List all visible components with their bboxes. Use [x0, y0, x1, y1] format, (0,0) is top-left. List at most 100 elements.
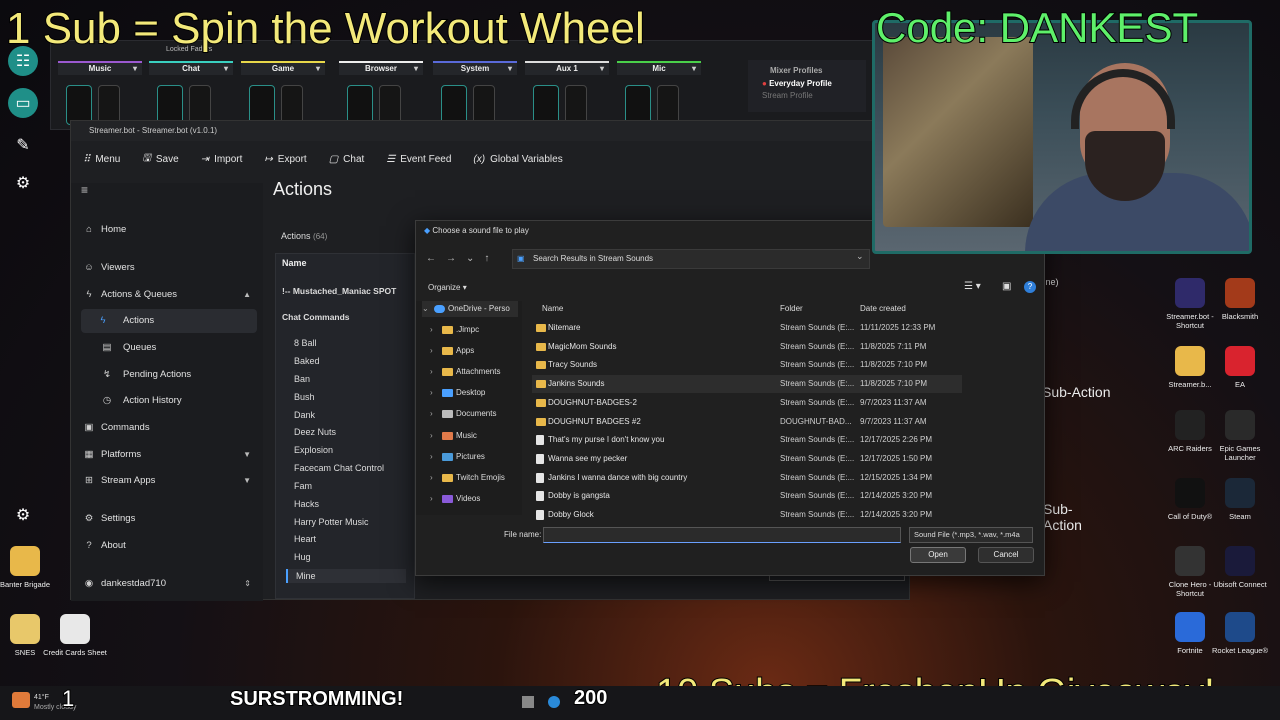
desktop-shortcut[interactable]: Steam [1208, 478, 1272, 521]
desktop-shortcut[interactable]: Rocket League® [1208, 612, 1272, 655]
up-arrow-icon[interactable]: ↑ [484, 253, 499, 264]
action-group[interactable]: !-- Mustached_Maniac SPOT [282, 286, 396, 296]
event-feed-button[interactable]: ☰ Event Feed [386, 154, 451, 165]
tree-item[interactable]: › Pictures [430, 449, 485, 465]
nav-settings[interactable]: ⚙ Settings [81, 507, 257, 531]
nav-actions[interactable]: ϟ Actions [81, 309, 257, 333]
name-column-header[interactable]: Name [282, 258, 307, 268]
fader[interactable] [347, 85, 373, 125]
nav-home[interactable]: ⌂ Home [81, 218, 257, 242]
action-group[interactable]: Chat Commands [282, 312, 350, 322]
desktop-shortcut[interactable]: EA [1208, 346, 1272, 389]
action-item[interactable]: Facecam Chat Control [294, 463, 384, 473]
fader[interactable] [441, 85, 467, 125]
file-name-input[interactable] [543, 527, 901, 543]
date-column-header[interactable]: Date created [860, 301, 906, 317]
action-item[interactable]: Heart [294, 534, 316, 544]
nav-platforms[interactable]: ▦ Platforms ▼ [81, 443, 257, 467]
menu-button[interactable]: ⠿ Menu [83, 154, 120, 165]
file-row[interactable]: MagicMom Sounds Stream Sounds (E:... 11/8/… [532, 338, 962, 356]
fader[interactable] [249, 85, 275, 125]
save-button[interactable]: 🖫 Save [142, 151, 178, 168]
tree-item[interactable]: › Desktop [430, 385, 485, 401]
action-item[interactable]: 8 Ball [294, 338, 317, 348]
file-row[interactable]: Wanna see my pecker Stream Sounds (E:... 1… [532, 450, 962, 468]
edge-icon[interactable] [548, 696, 560, 708]
desktop-shortcut[interactable]: Banter Brigade [0, 546, 57, 589]
file-type-select[interactable]: Sound File (*.mp3, *.wav, *.m4a [909, 527, 1033, 543]
recent-chevron-icon[interactable]: ⌄ [466, 253, 484, 264]
file-row[interactable]: DOUGHNUT BADGES #2 DOUGHNUT-BAD... 9/7/202… [532, 413, 962, 431]
desktop-shortcut[interactable]: Credit Cards Sheet [43, 614, 107, 657]
address-bar[interactable]: ▣ Search Results in Stream Sounds [512, 249, 870, 269]
taskbar-app-icon[interactable] [522, 696, 534, 708]
file-row[interactable]: Dobby is gangsta Stream Sounds (E:... 12/1… [532, 487, 962, 505]
fader[interactable] [625, 85, 651, 125]
open-button[interactable]: Open [910, 547, 966, 563]
global-variables-button[interactable]: (x) Global Variables [473, 154, 562, 165]
action-item-selected[interactable]: Mine [286, 569, 406, 583]
action-item[interactable]: Harry Potter Music [294, 517, 369, 527]
fader[interactable] [533, 85, 559, 125]
settings-gear-icon[interactable]: ⚙ [8, 168, 38, 198]
fader[interactable] [157, 85, 183, 125]
nav-about[interactable]: ? About [81, 534, 257, 558]
organize-button[interactable]: Organize ▾ [428, 283, 467, 292]
action-item[interactable]: Hug [294, 552, 311, 562]
nav-commands[interactable]: ▣ Commands [81, 416, 257, 440]
nav-viewers[interactable]: ☺ Viewers [81, 256, 257, 280]
tree-item[interactable]: › Twitch Emojis [430, 470, 505, 486]
tree-item[interactable]: › Videos [430, 491, 480, 507]
preview-pane-icon[interactable]: ▣ [1002, 281, 1011, 292]
nav-pending-actions[interactable]: ↯ Pending Actions [81, 363, 257, 387]
profile-stream[interactable]: Stream Profile [748, 88, 866, 100]
action-item[interactable]: Dank [294, 410, 315, 420]
action-item[interactable]: Ban [294, 374, 310, 384]
fader[interactable] [98, 85, 120, 125]
action-item[interactable]: Fam [294, 481, 312, 491]
chat-button[interactable]: ▢ Chat [329, 154, 365, 165]
file-row[interactable]: Tracy Sounds Stream Sounds (E:... 11/8/202… [532, 356, 962, 374]
desktop-shortcut[interactable]: Ubisoft Connect [1208, 546, 1272, 589]
desktop-shortcut[interactable]: Epic Games Launcher [1208, 410, 1272, 462]
nav-actions-queues[interactable]: ϟ Actions & Queues ▲ [81, 283, 257, 307]
file-row[interactable]: Nitemare Stream Sounds (E:... 11/11/2025 1… [532, 319, 962, 337]
tree-item[interactable]: › Attachments [430, 364, 500, 380]
import-button[interactable]: ⇥ Import [201, 154, 243, 165]
action-item[interactable]: Baked [294, 356, 320, 366]
back-arrow-icon[interactable]: ← [426, 253, 446, 264]
tree-item[interactable]: › .Jimpc [430, 322, 479, 338]
help-icon[interactable]: ? [1024, 281, 1036, 293]
hamburger-icon[interactable]: ≡ [81, 183, 88, 197]
fader[interactable] [189, 85, 211, 125]
file-row[interactable]: Jankins Sounds Stream Sounds (E:... 11/8/2… [532, 375, 962, 394]
tree-item[interactable]: › Music [430, 428, 477, 444]
action-item[interactable]: Deez Nuts [294, 427, 336, 437]
export-button[interactable]: ↦ Export [264, 154, 306, 165]
file-row[interactable]: Jankins I wanna dance with big country St… [532, 469, 962, 487]
profile-everyday[interactable]: ● Everyday Profile [748, 75, 866, 88]
desktop-shortcut[interactable]: Blacksmith [1208, 278, 1272, 321]
tree-item[interactable]: › Documents [430, 406, 496, 422]
fader[interactable] [657, 85, 679, 125]
nav-queues[interactable]: ▤ Queues [81, 336, 257, 360]
nav-stream-apps[interactable]: ⊞ Stream Apps ▼ [81, 469, 257, 493]
tree-item[interactable]: › Apps [430, 343, 474, 359]
action-item[interactable]: Bush [294, 392, 315, 402]
folder-column-header[interactable]: Folder [780, 301, 803, 317]
user-account[interactable]: ◉ dankestdad710 ⇕ [81, 572, 257, 596]
file-row[interactable]: Dobby Glock Stream Sounds (E:... 12/14/202… [532, 506, 962, 524]
fader[interactable] [66, 85, 92, 125]
action-item[interactable]: Hacks [294, 499, 319, 509]
cancel-button[interactable]: Cancel [978, 547, 1034, 563]
file-row[interactable]: DOUGHNUT-BADGES-2 Stream Sounds (E:... 9/7… [532, 394, 962, 412]
fader[interactable] [281, 85, 303, 125]
view-options-icon[interactable]: ☰ ▾ [964, 281, 981, 292]
action-item[interactable]: Explosion [294, 445, 333, 455]
file-row[interactable]: That's my purse I don't know you Stream S… [532, 431, 962, 449]
gear-icon[interactable]: ⚙ [8, 500, 38, 530]
name-column-header[interactable]: Name [542, 301, 563, 317]
monitor-icon[interactable]: ▭ [8, 88, 38, 118]
tree-onedrive[interactable]: ⌄ OneDrive - Perso [422, 301, 518, 317]
edit-icon[interactable]: ✎ [8, 130, 38, 160]
